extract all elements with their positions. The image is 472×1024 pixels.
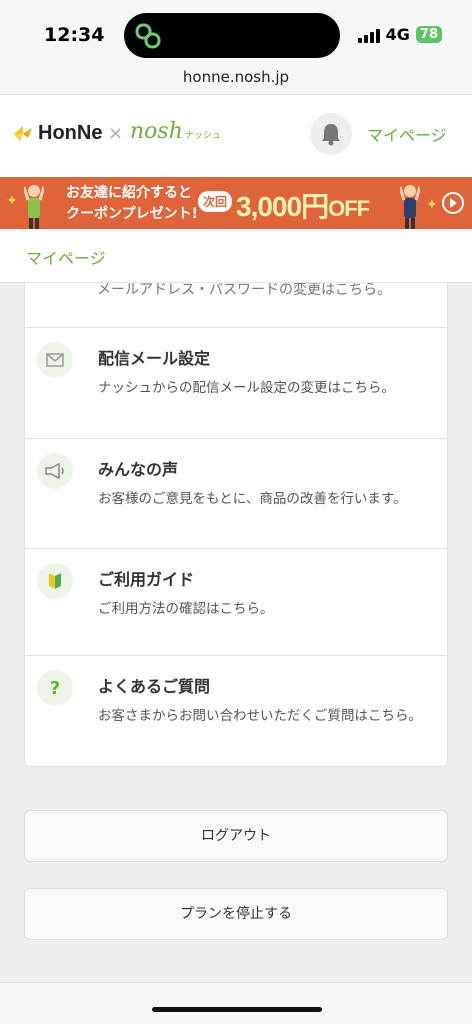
referral-banner[interactable]: ✦ お友達に紹介すると クーポンプレゼント! 次回 3,000円OFF ✦ <box>0 177 472 229</box>
battery-icon: 78 <box>415 26 442 43</box>
status-bar: 12:34 4G 78 <box>0 0 472 62</box>
menu-item-description: お客様のご意見をもとに、商品の改善を行います。 <box>98 491 407 507</box>
honne-leaf-icon <box>14 125 32 142</box>
bell-icon <box>322 124 340 146</box>
cut-off-description: メールアドレス・パスワードの変更はこちら。 <box>97 283 391 298</box>
url-bar[interactable]: honne.nosh.jp <box>0 62 472 95</box>
nosh-logo[interactable]: nosh ナッシュ <box>130 119 221 144</box>
sparkle-icon: ✦ <box>6 193 18 209</box>
signal-icon <box>357 27 380 43</box>
home-indicator[interactable] <box>152 1007 322 1012</box>
menu-item-voices[interactable]: みんなの声 お客様のご意見をもとに、商品の改善を行います。 <box>25 438 447 548</box>
notification-bell-button[interactable] <box>310 113 352 155</box>
question-icon: ? <box>37 670 73 706</box>
menu-item-title: ご利用ガイド <box>98 570 195 589</box>
menu-item-guide[interactable]: ご利用ガイド ご利用方法の確認はこちら。 <box>25 548 447 655</box>
play-icon <box>450 198 457 208</box>
menu-item-mail-settings[interactable]: 配信メール設定 ナッシュからの配信メール設定の変更はこちら。 <box>25 327 447 438</box>
logout-button[interactable]: ログアウト <box>24 810 448 862</box>
megaphone-icon <box>37 453 73 489</box>
menu-item-description: ナッシュからの配信メール設定の変更はこちら。 <box>98 380 395 396</box>
network-type: 4G <box>385 25 410 44</box>
sparkle-icon: ✦ <box>426 197 438 213</box>
dynamic-island <box>124 13 340 58</box>
browser-toolbar <box>0 983 472 1024</box>
banner-play-button[interactable] <box>442 192 464 214</box>
status-time: 12:34 <box>44 24 105 46</box>
banner-line1: お友達に紹介すると <box>66 185 192 201</box>
menu-item-faq[interactable]: ? よくあるご質問 お客さまからお問い合わせいただくご質問はこちら。 <box>25 655 447 766</box>
mypage-link[interactable]: マイページ <box>367 122 447 146</box>
honne-logo[interactable]: HonNe <box>12 122 102 145</box>
menu-item-description: お客さまからお問い合わせいただくご質問はこちら。 <box>98 708 422 724</box>
stop-plan-button[interactable]: プランを停止する <box>24 888 448 940</box>
banner-person-left-icon <box>24 185 44 229</box>
app-activity-icon <box>135 23 161 49</box>
menu-item-title: 配信メール設定 <box>98 349 211 368</box>
banner-person-right-icon <box>400 185 420 229</box>
banner-line2: クーポンプレゼント! <box>66 206 198 222</box>
menu-item-title: よくあるご質問 <box>98 677 211 696</box>
logo-separator: × <box>108 123 124 144</box>
banner-next-label: 次回 <box>198 191 233 212</box>
settings-menu-card: メールアドレス・パスワードの変更はこちら。 配信メール設定 ナッシュからの配信メ… <box>24 283 448 767</box>
breadcrumb-bar: マイページ <box>0 229 472 283</box>
banner-amount: 3,000円OFF <box>236 191 370 222</box>
breadcrumb[interactable]: マイページ <box>26 245 106 269</box>
menu-item-description: ご利用方法の確認はこちら。 <box>98 601 274 617</box>
menu-item-title: みんなの声 <box>98 460 179 479</box>
envelope-icon <box>37 342 73 378</box>
site-header: HonNe × nosh ナッシュ マイページ <box>0 95 472 177</box>
beginner-mark-icon <box>37 563 73 599</box>
